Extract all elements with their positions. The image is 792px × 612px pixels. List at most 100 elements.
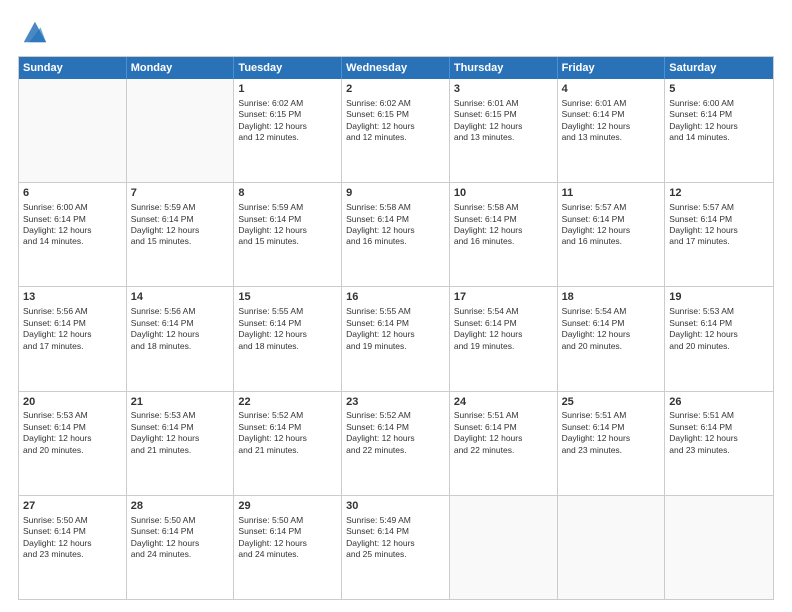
calendar-cell: 11Sunrise: 5:57 AMSunset: 6:14 PMDayligh… [558, 183, 666, 286]
cell-detail: Sunrise: 5:50 AMSunset: 6:14 PMDaylight:… [131, 515, 230, 561]
header [18, 18, 774, 46]
calendar-cell: 8Sunrise: 5:59 AMSunset: 6:14 PMDaylight… [234, 183, 342, 286]
calendar-cell: 6Sunrise: 6:00 AMSunset: 6:14 PMDaylight… [19, 183, 127, 286]
cell-detail: Sunrise: 5:51 AMSunset: 6:14 PMDaylight:… [454, 410, 553, 456]
day-number: 30 [346, 499, 445, 514]
calendar-cell: 12Sunrise: 5:57 AMSunset: 6:14 PMDayligh… [665, 183, 773, 286]
calendar-header-cell: Thursday [450, 57, 558, 79]
logo-icon [20, 18, 48, 46]
cell-detail: Sunrise: 5:57 AMSunset: 6:14 PMDaylight:… [669, 202, 769, 248]
calendar-cell: 30Sunrise: 5:49 AMSunset: 6:14 PMDayligh… [342, 496, 450, 599]
cell-detail: Sunrise: 5:56 AMSunset: 6:14 PMDaylight:… [131, 306, 230, 352]
cell-detail: Sunrise: 5:50 AMSunset: 6:14 PMDaylight:… [23, 515, 122, 561]
calendar-cell: 7Sunrise: 5:59 AMSunset: 6:14 PMDaylight… [127, 183, 235, 286]
cell-detail: Sunrise: 6:01 AMSunset: 6:15 PMDaylight:… [454, 98, 553, 144]
day-number: 3 [454, 82, 553, 97]
day-number: 12 [669, 186, 769, 201]
calendar-cell [127, 79, 235, 182]
calendar-week-row: 20Sunrise: 5:53 AMSunset: 6:14 PMDayligh… [19, 392, 773, 496]
calendar-cell: 1Sunrise: 6:02 AMSunset: 6:15 PMDaylight… [234, 79, 342, 182]
calendar-header-cell: Monday [127, 57, 235, 79]
calendar-cell: 28Sunrise: 5:50 AMSunset: 6:14 PMDayligh… [127, 496, 235, 599]
cell-detail: Sunrise: 5:59 AMSunset: 6:14 PMDaylight:… [238, 202, 337, 248]
day-number: 17 [454, 290, 553, 305]
calendar-week-row: 13Sunrise: 5:56 AMSunset: 6:14 PMDayligh… [19, 287, 773, 391]
calendar-header-cell: Tuesday [234, 57, 342, 79]
cell-detail: Sunrise: 6:02 AMSunset: 6:15 PMDaylight:… [346, 98, 445, 144]
calendar-cell: 17Sunrise: 5:54 AMSunset: 6:14 PMDayligh… [450, 287, 558, 390]
day-number: 21 [131, 395, 230, 410]
calendar-cell: 21Sunrise: 5:53 AMSunset: 6:14 PMDayligh… [127, 392, 235, 495]
cell-detail: Sunrise: 5:53 AMSunset: 6:14 PMDaylight:… [131, 410, 230, 456]
cell-detail: Sunrise: 5:56 AMSunset: 6:14 PMDaylight:… [23, 306, 122, 352]
cell-detail: Sunrise: 5:54 AMSunset: 6:14 PMDaylight:… [454, 306, 553, 352]
day-number: 7 [131, 186, 230, 201]
day-number: 28 [131, 499, 230, 514]
day-number: 27 [23, 499, 122, 514]
calendar-cell: 23Sunrise: 5:52 AMSunset: 6:14 PMDayligh… [342, 392, 450, 495]
day-number: 2 [346, 82, 445, 97]
calendar-week-row: 6Sunrise: 6:00 AMSunset: 6:14 PMDaylight… [19, 183, 773, 287]
day-number: 14 [131, 290, 230, 305]
calendar-cell: 19Sunrise: 5:53 AMSunset: 6:14 PMDayligh… [665, 287, 773, 390]
cell-detail: Sunrise: 5:58 AMSunset: 6:14 PMDaylight:… [454, 202, 553, 248]
cell-detail: Sunrise: 6:00 AMSunset: 6:14 PMDaylight:… [669, 98, 769, 144]
cell-detail: Sunrise: 5:49 AMSunset: 6:14 PMDaylight:… [346, 515, 445, 561]
day-number: 11 [562, 186, 661, 201]
day-number: 9 [346, 186, 445, 201]
calendar-cell: 14Sunrise: 5:56 AMSunset: 6:14 PMDayligh… [127, 287, 235, 390]
calendar-cell: 26Sunrise: 5:51 AMSunset: 6:14 PMDayligh… [665, 392, 773, 495]
calendar-cell [558, 496, 666, 599]
calendar-cell: 18Sunrise: 5:54 AMSunset: 6:14 PMDayligh… [558, 287, 666, 390]
calendar-body: 1Sunrise: 6:02 AMSunset: 6:15 PMDaylight… [19, 79, 773, 599]
calendar-cell: 22Sunrise: 5:52 AMSunset: 6:14 PMDayligh… [234, 392, 342, 495]
calendar-header-cell: Friday [558, 57, 666, 79]
day-number: 25 [562, 395, 661, 410]
logo [18, 18, 48, 46]
cell-detail: Sunrise: 6:02 AMSunset: 6:15 PMDaylight:… [238, 98, 337, 144]
calendar-cell: 5Sunrise: 6:00 AMSunset: 6:14 PMDaylight… [665, 79, 773, 182]
calendar-cell: 20Sunrise: 5:53 AMSunset: 6:14 PMDayligh… [19, 392, 127, 495]
day-number: 22 [238, 395, 337, 410]
calendar-week-row: 1Sunrise: 6:02 AMSunset: 6:15 PMDaylight… [19, 79, 773, 183]
day-number: 4 [562, 82, 661, 97]
calendar-cell: 25Sunrise: 5:51 AMSunset: 6:14 PMDayligh… [558, 392, 666, 495]
cell-detail: Sunrise: 5:57 AMSunset: 6:14 PMDaylight:… [562, 202, 661, 248]
calendar-header: SundayMondayTuesdayWednesdayThursdayFrid… [19, 57, 773, 79]
calendar-cell: 27Sunrise: 5:50 AMSunset: 6:14 PMDayligh… [19, 496, 127, 599]
calendar-header-cell: Wednesday [342, 57, 450, 79]
day-number: 1 [238, 82, 337, 97]
cell-detail: Sunrise: 5:51 AMSunset: 6:14 PMDaylight:… [562, 410, 661, 456]
cell-detail: Sunrise: 6:01 AMSunset: 6:14 PMDaylight:… [562, 98, 661, 144]
cell-detail: Sunrise: 5:52 AMSunset: 6:14 PMDaylight:… [346, 410, 445, 456]
day-number: 24 [454, 395, 553, 410]
day-number: 13 [23, 290, 122, 305]
calendar-header-cell: Sunday [19, 57, 127, 79]
day-number: 19 [669, 290, 769, 305]
calendar-cell: 3Sunrise: 6:01 AMSunset: 6:15 PMDaylight… [450, 79, 558, 182]
cell-detail: Sunrise: 5:54 AMSunset: 6:14 PMDaylight:… [562, 306, 661, 352]
cell-detail: Sunrise: 5:53 AMSunset: 6:14 PMDaylight:… [23, 410, 122, 456]
cell-detail: Sunrise: 5:55 AMSunset: 6:14 PMDaylight:… [238, 306, 337, 352]
calendar-cell: 9Sunrise: 5:58 AMSunset: 6:14 PMDaylight… [342, 183, 450, 286]
cell-detail: Sunrise: 5:55 AMSunset: 6:14 PMDaylight:… [346, 306, 445, 352]
day-number: 15 [238, 290, 337, 305]
calendar-cell: 10Sunrise: 5:58 AMSunset: 6:14 PMDayligh… [450, 183, 558, 286]
calendar-cell: 29Sunrise: 5:50 AMSunset: 6:14 PMDayligh… [234, 496, 342, 599]
cell-detail: Sunrise: 5:50 AMSunset: 6:14 PMDaylight:… [238, 515, 337, 561]
cell-detail: Sunrise: 5:58 AMSunset: 6:14 PMDaylight:… [346, 202, 445, 248]
cell-detail: Sunrise: 5:59 AMSunset: 6:14 PMDaylight:… [131, 202, 230, 248]
calendar-cell [665, 496, 773, 599]
day-number: 29 [238, 499, 337, 514]
calendar-cell: 13Sunrise: 5:56 AMSunset: 6:14 PMDayligh… [19, 287, 127, 390]
calendar-cell: 16Sunrise: 5:55 AMSunset: 6:14 PMDayligh… [342, 287, 450, 390]
cell-detail: Sunrise: 6:00 AMSunset: 6:14 PMDaylight:… [23, 202, 122, 248]
day-number: 26 [669, 395, 769, 410]
calendar-cell: 24Sunrise: 5:51 AMSunset: 6:14 PMDayligh… [450, 392, 558, 495]
calendar-cell: 4Sunrise: 6:01 AMSunset: 6:14 PMDaylight… [558, 79, 666, 182]
cell-detail: Sunrise: 5:52 AMSunset: 6:14 PMDaylight:… [238, 410, 337, 456]
cell-detail: Sunrise: 5:53 AMSunset: 6:14 PMDaylight:… [669, 306, 769, 352]
calendar-cell: 2Sunrise: 6:02 AMSunset: 6:15 PMDaylight… [342, 79, 450, 182]
day-number: 18 [562, 290, 661, 305]
calendar-week-row: 27Sunrise: 5:50 AMSunset: 6:14 PMDayligh… [19, 496, 773, 599]
